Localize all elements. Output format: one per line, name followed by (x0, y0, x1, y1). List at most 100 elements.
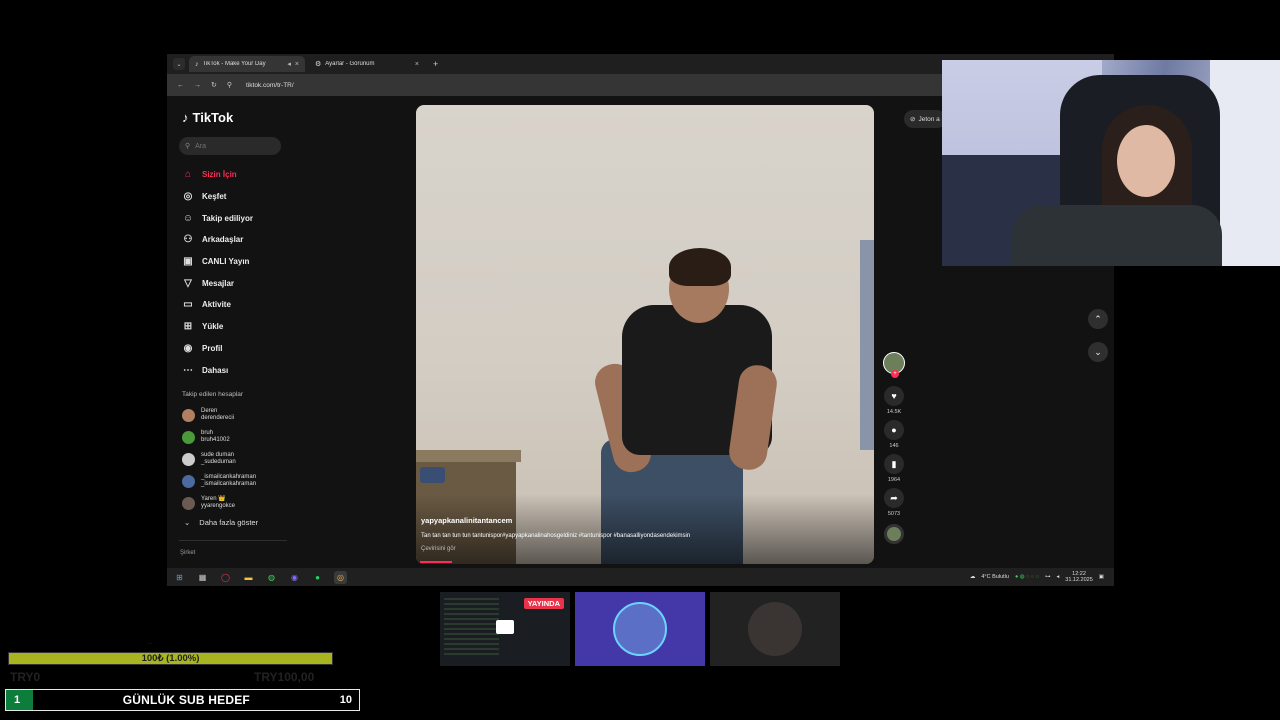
mute-icon[interactable]: ◂ (287, 60, 291, 68)
show-more-label: Daha fazla göster (199, 518, 259, 527)
translate-link[interactable]: Çevirisini gör (421, 546, 456, 552)
guest-avatar (613, 602, 667, 656)
nav-label: Profil (202, 343, 223, 353)
followed-account[interactable]: bruh bruh41002 (182, 426, 256, 448)
heart-icon: ♥ (884, 386, 904, 406)
comment-button[interactable]: ● 146 (884, 420, 904, 449)
video-scene (420, 467, 445, 483)
divider (179, 540, 287, 541)
profile-icon: ◉ (183, 342, 193, 354)
close-tab-icon[interactable]: × (415, 61, 419, 68)
clock[interactable]: 12:22 31.12.2025 (1065, 571, 1093, 583)
next-video-button[interactable]: ⌄ (1088, 342, 1108, 362)
video-username[interactable]: yapyapkanalinitantancem (421, 516, 512, 525)
forward-icon[interactable]: → (194, 82, 201, 89)
nav-messages[interactable]: ▽ Mesajlar (182, 272, 253, 294)
nav-friends[interactable]: ⚇ Arkadaşlar (182, 229, 253, 251)
live-icon: ▣ (183, 256, 193, 268)
notification-icon[interactable]: ▣ (1099, 574, 1104, 580)
nav-upload[interactable]: ⊞ Yükle (182, 316, 253, 338)
back-icon[interactable]: ← (177, 82, 184, 89)
search-box[interactable]: ⚲ (179, 137, 281, 155)
followed-account[interactable]: Deren derenderecii (182, 404, 256, 426)
nav-live[interactable]: ▣ CANLI Yayın (182, 251, 253, 273)
nav-label: Mesajlar (202, 278, 235, 288)
url-field[interactable]: tiktok.com/tr-TR/ (246, 82, 294, 89)
account-name: bruh (201, 430, 214, 436)
video-player[interactable]: yapyapkanalinitantancem Tan tan tan tun … (416, 105, 874, 564)
reload-icon[interactable]: ↻ (211, 81, 217, 89)
followed-account[interactable]: Yaren 👑 yyarengokce (182, 492, 256, 514)
nav-more[interactable]: ⋯ Dahası (182, 359, 253, 381)
discord-icon[interactable]: ◉ (288, 571, 301, 584)
webcam-person (1012, 205, 1222, 266)
video-progress-bar[interactable] (420, 561, 453, 563)
tiktok-note-icon: ♪ (182, 110, 189, 125)
stream-tile-screen[interactable]: YAYINDA (440, 592, 570, 666)
avatar (182, 474, 195, 488)
get-coins-button[interactable]: ⊘ Jeton a (904, 110, 946, 128)
comment-count: 146 (889, 443, 899, 449)
like-button[interactable]: ♥ 14.5K (884, 386, 904, 415)
video-caption: Tan tan tan tun tun tantunispor#yapyapka… (421, 533, 691, 539)
chevron-up-icon: ⌃ (1094, 313, 1102, 324)
goal-label-faint: ... (147, 640, 153, 646)
previous-video-button[interactable]: ⌃ (1088, 309, 1108, 329)
stream-tile-guest[interactable] (575, 592, 705, 666)
home-icon: ⌂ (184, 169, 192, 181)
screen-preview (496, 620, 514, 634)
weather-text[interactable]: 4°C Bulutlu (981, 574, 1009, 580)
company-link[interactable]: Şirket (180, 550, 195, 556)
compass-icon: ◎ (183, 191, 193, 203)
action-column: + ♥ 14.5K ● 146 ▮ 1964 ➦ 5073 (881, 352, 907, 544)
tab-search-icon[interactable]: ⌄ (173, 58, 185, 70)
creator-avatar[interactable]: + (883, 352, 905, 378)
nav-explore[interactable]: ◎ Keşfet (182, 186, 253, 208)
webcam-person (1117, 125, 1175, 197)
tiktok-logo[interactable]: ♪ TikTok (182, 110, 233, 125)
network-icon[interactable]: ⊶ (1045, 574, 1051, 580)
clock-date: 31.12.2025 (1065, 577, 1093, 583)
spotify-icon[interactable]: ● (311, 571, 324, 584)
tray-apps-icon[interactable]: ● ◍ ◌ ◌ ◌ (1015, 574, 1039, 580)
folder-icon[interactable]: ▬ (242, 571, 255, 584)
share-button[interactable]: ➦ 5073 (884, 488, 904, 517)
tab-settings[interactable]: ⚙ Ayarlar - Görünüm × (309, 56, 425, 72)
nav-following[interactable]: ☺ Takip ediliyor (182, 207, 253, 229)
search-input[interactable] (195, 142, 266, 150)
account-handle: bruh41002 (201, 437, 230, 443)
tab-tiktok[interactable]: ♪ TikTok - Make Your Day ◂ × (189, 56, 305, 72)
site-info-icon[interactable]: ⚲ (227, 81, 232, 89)
show-more-button[interactable]: ⌄ Daha fazla göster (184, 518, 258, 527)
share-icon: ➦ (884, 488, 904, 508)
task-view-icon[interactable]: ▦ (196, 571, 209, 584)
save-button[interactable]: ▮ 1964 (884, 454, 904, 483)
volume-icon[interactable]: ◂ (1057, 574, 1060, 580)
video-scene (860, 240, 874, 450)
follow-plus-icon[interactable]: + (891, 370, 899, 378)
live-badge: YAYINDA (523, 598, 564, 609)
start-icon[interactable]: ⊞ (173, 571, 186, 584)
avatar (182, 408, 195, 422)
more-icon: ⋯ (183, 364, 193, 376)
music-disc-icon[interactable] (884, 524, 904, 544)
sub-goal-target: 10 (339, 694, 352, 706)
new-tab-button[interactable]: + (429, 59, 442, 69)
upload-icon: ⊞ (183, 321, 193, 333)
coin-icon: ⊘ (910, 116, 916, 123)
followed-account[interactable]: sude duman _sudeduman (182, 448, 256, 470)
account-handle: _sudeduman (201, 459, 236, 465)
stream-tile-guest[interactable] (710, 592, 840, 666)
friends-icon: ⚇ (183, 234, 193, 246)
account-handle: derenderecii (201, 415, 235, 421)
chrome-icon[interactable]: ◎ (334, 570, 347, 584)
whatsapp-icon[interactable]: ◍ (265, 571, 278, 584)
nav-profile[interactable]: ◉ Profil (182, 338, 253, 360)
opera-icon[interactable]: ◯ (219, 571, 232, 584)
nav-activity[interactable]: ▭ Aktivite (182, 294, 253, 316)
close-tab-icon[interactable]: × (295, 61, 299, 68)
nav-for-you[interactable]: ⌂ Sizin İçin (182, 164, 253, 186)
tiktok-favicon-icon: ♪ (195, 60, 199, 68)
followed-account[interactable]: _ismailcankahraman _ismailcankahraman (182, 470, 256, 492)
nav-label: Aktivite (202, 300, 231, 310)
